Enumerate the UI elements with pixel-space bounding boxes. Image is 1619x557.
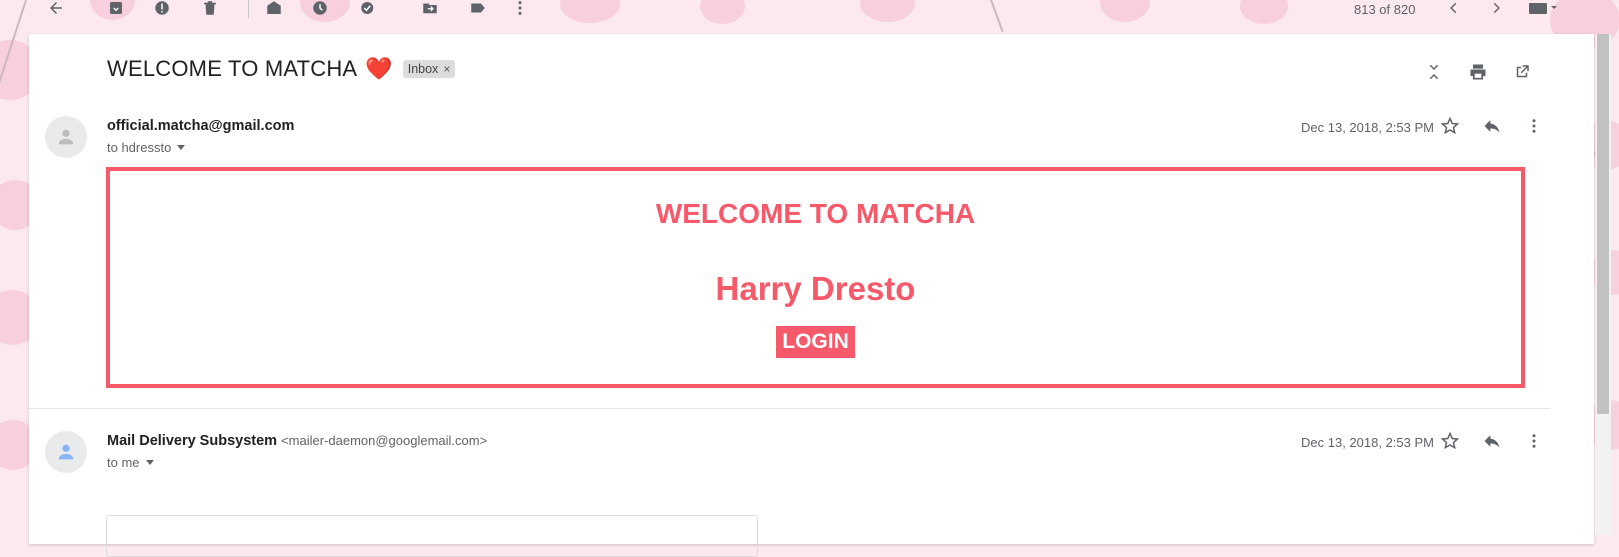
sender-name[interactable]: Mail Delivery Subsystem <mailer-daemon@go… <box>107 433 487 449</box>
older-chevron-icon[interactable] <box>1484 0 1508 20</box>
keyboard-icon[interactable] <box>1526 0 1562 20</box>
move-to-icon[interactable] <box>418 0 442 20</box>
avatar <box>45 116 87 158</box>
mark-unread-icon[interactable] <box>262 0 286 20</box>
email-body-title: WELCOME TO MATCHA <box>655 198 976 229</box>
recipient-line: to me <box>107 455 154 470</box>
collapse-all-icon[interactable] <box>1422 60 1446 84</box>
scrollbar[interactable] <box>1595 34 1611 535</box>
email-thread: WELCOME TO MATCHA ❤️ Inbox × official.ma… <box>29 34 1594 557</box>
person-icon <box>58 444 74 460</box>
thread-subject: WELCOME TO MATCHA <box>107 56 358 81</box>
more-vert-icon[interactable] <box>1522 429 1546 453</box>
email-body: WELCOME TO MATCHA Harry Dresto LOGIN <box>106 167 1525 388</box>
newer-chevron-icon[interactable] <box>1442 0 1466 20</box>
archive-icon[interactable] <box>104 0 128 20</box>
message-date: Dec 13, 2018, 2:53 PM <box>1301 435 1434 450</box>
sender-email: <mailer-daemon@googlemail.com> <box>281 433 488 448</box>
bounce-notice-box <box>106 515 758 557</box>
snooze-icon[interactable] <box>308 0 332 20</box>
inbox-label-chip[interactable]: Inbox × <box>402 60 456 78</box>
recipient-line: to hdressto <box>107 140 186 155</box>
message-divider <box>29 408 1550 409</box>
label-text: Inbox <box>407 62 439 76</box>
message-actions <box>1438 429 1546 453</box>
star-icon[interactable] <box>1438 429 1462 453</box>
thread-header: WELCOME TO MATCHA ❤️ Inbox × <box>107 56 456 82</box>
message-count: 813 of 820 <box>1354 2 1416 17</box>
scrollbar-thumb[interactable] <box>1597 34 1609 414</box>
label-icon[interactable] <box>466 0 490 20</box>
login-button[interactable]: LOGIN <box>776 326 855 358</box>
recipient-text: to me <box>107 455 140 470</box>
more-vert-icon[interactable] <box>508 0 532 20</box>
reply-icon[interactable] <box>1480 429 1504 453</box>
toolbar: 813 of 820 <box>0 0 1619 22</box>
recipient-text: to hdressto <box>107 140 172 155</box>
add-task-icon[interactable] <box>356 0 380 20</box>
reply-icon[interactable] <box>1480 114 1504 138</box>
remove-label-icon[interactable]: × <box>443 62 450 76</box>
email-body-name: Harry Dresto <box>715 270 916 307</box>
back-arrow-icon[interactable] <box>44 0 68 20</box>
heart-emoji: ❤️ <box>365 56 393 81</box>
star-icon[interactable] <box>1438 114 1462 138</box>
message-date: Dec 13, 2018, 2:53 PM <box>1301 120 1434 135</box>
person-icon <box>58 129 74 145</box>
toolbar-separator <box>248 0 249 18</box>
sender-name[interactable]: official.matcha@gmail.com <box>107 118 294 134</box>
avatar <box>45 431 87 473</box>
delete-icon[interactable] <box>198 0 222 20</box>
sender-display-name: Mail Delivery Subsystem <box>107 433 278 449</box>
show-details-chevron-icon[interactable] <box>145 460 154 465</box>
show-details-chevron-icon[interactable] <box>177 145 186 150</box>
more-vert-icon[interactable] <box>1522 114 1546 138</box>
thread-actions <box>1422 60 1534 84</box>
print-icon[interactable] <box>1466 60 1490 84</box>
report-spam-icon[interactable] <box>150 0 174 20</box>
message-actions <box>1438 114 1546 138</box>
open-new-window-icon[interactable] <box>1510 60 1534 84</box>
